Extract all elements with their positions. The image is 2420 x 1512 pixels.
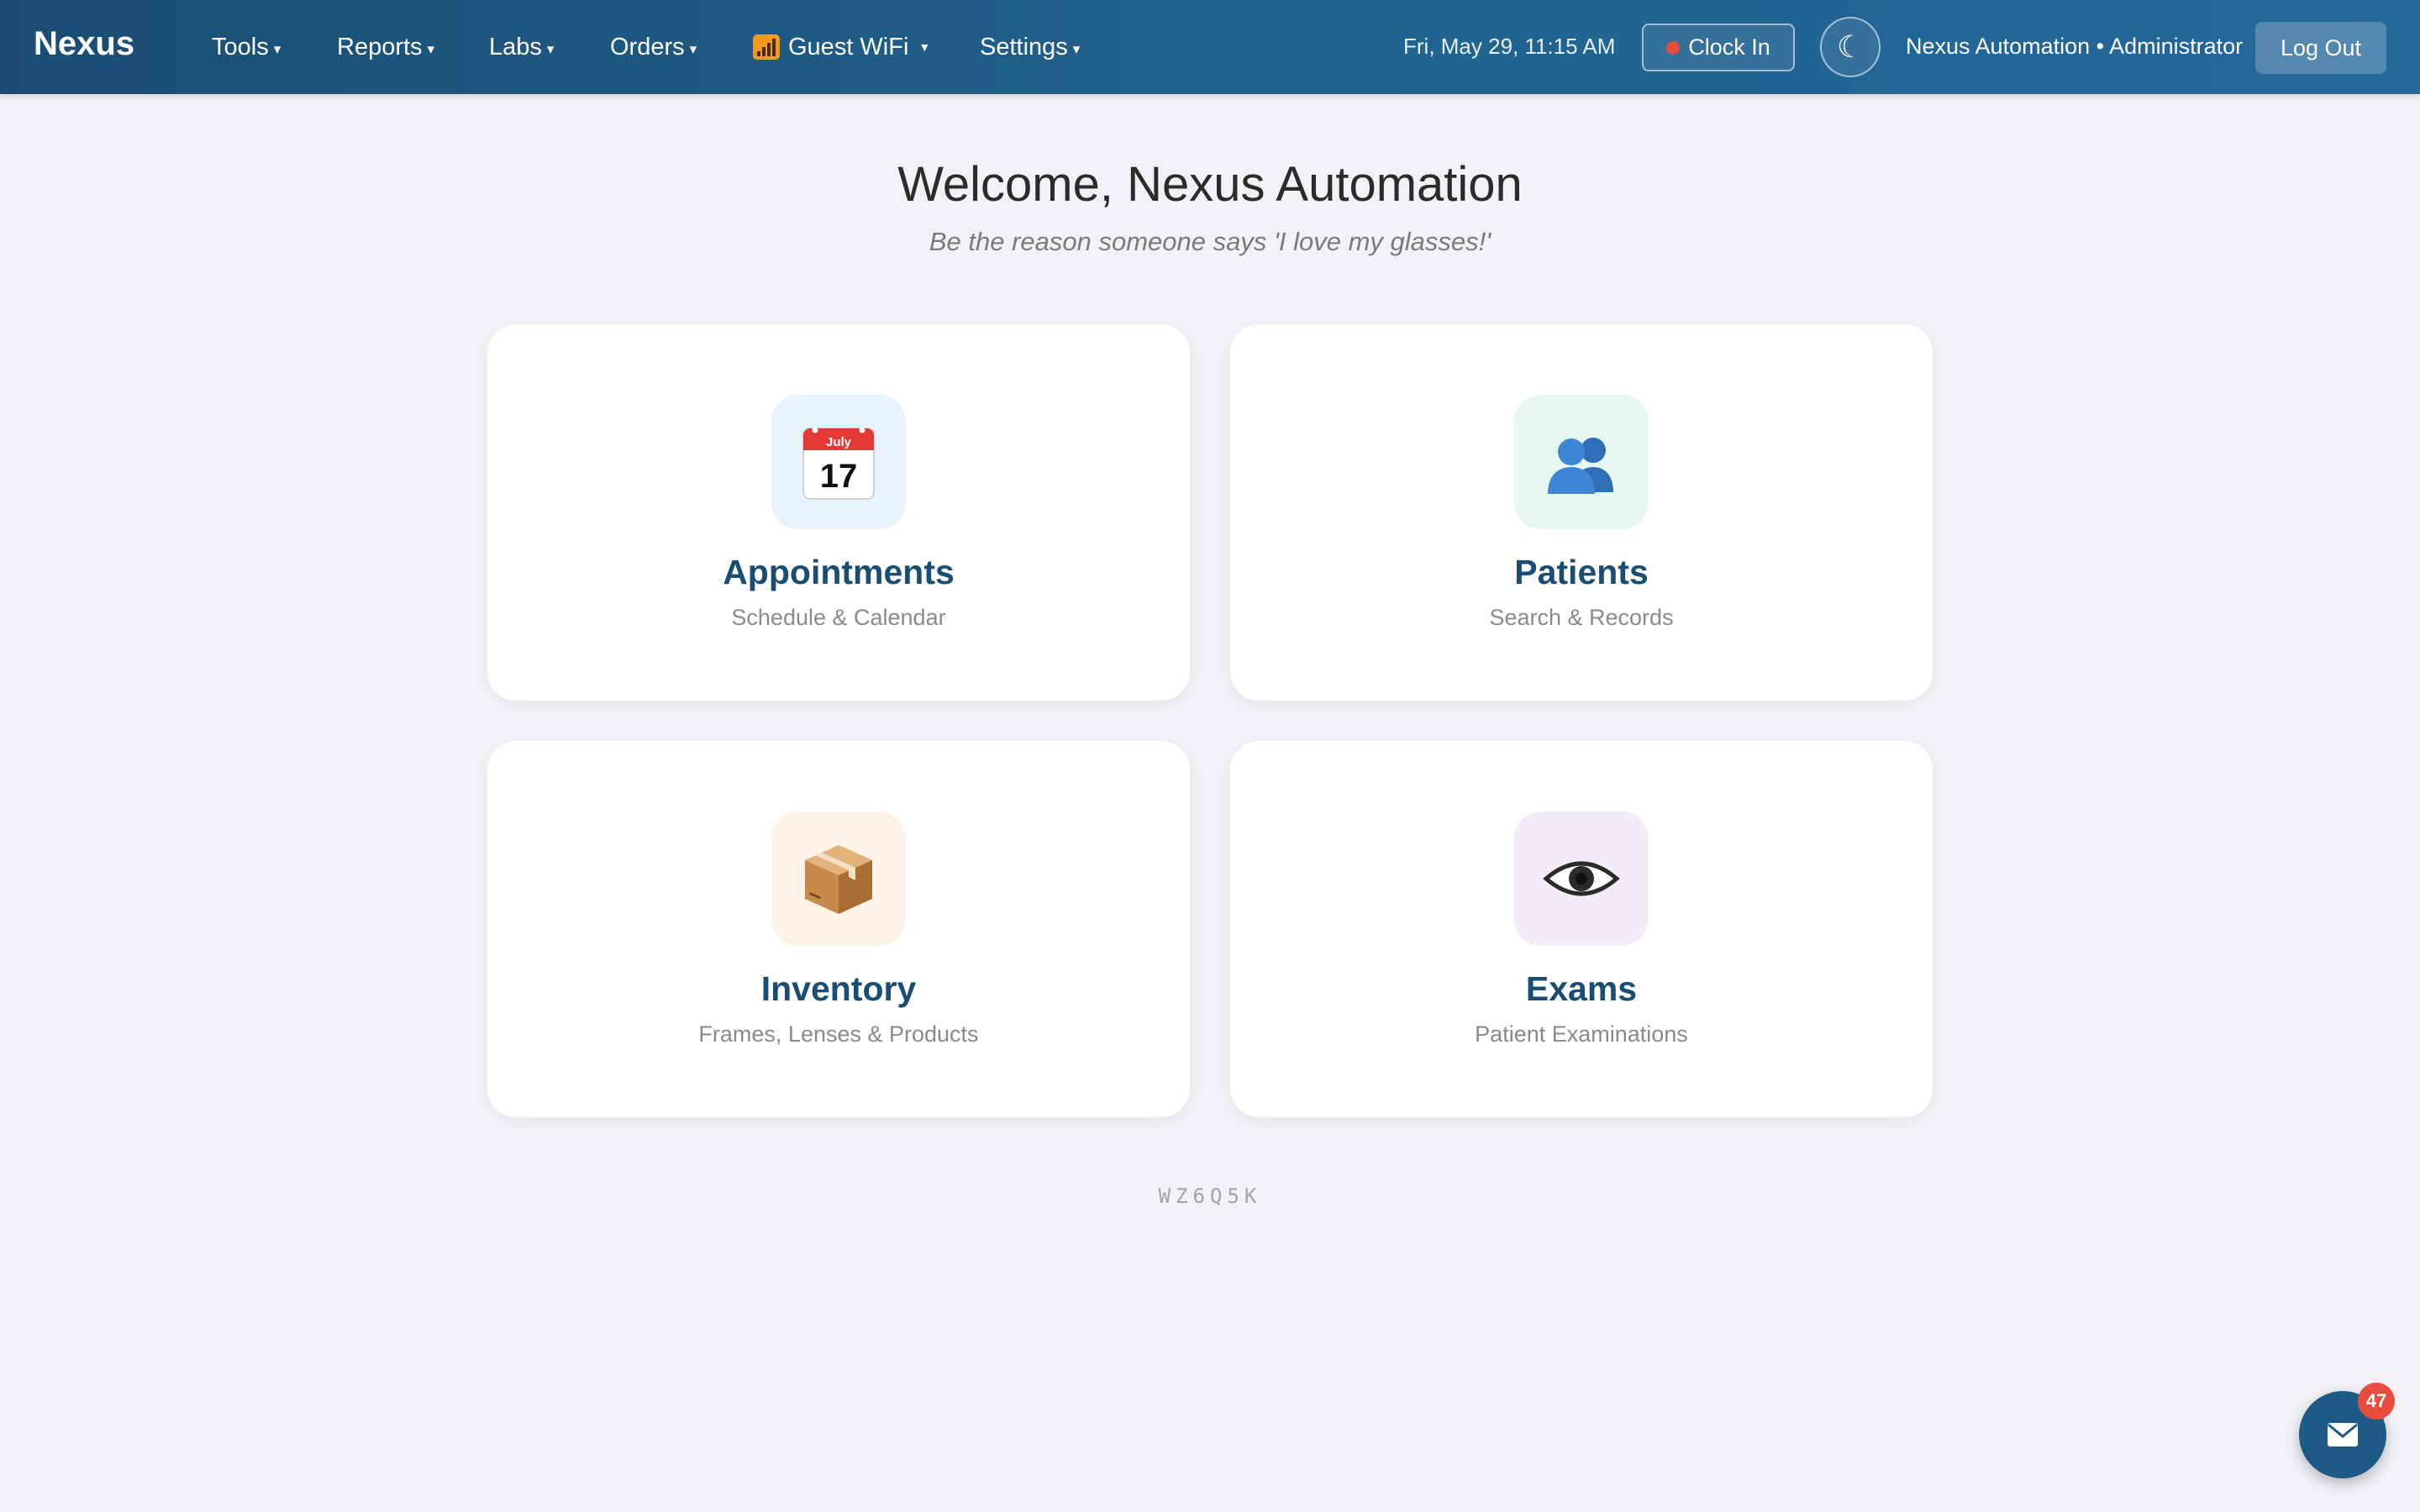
menu-labs-label: Labs [489,33,542,60]
page-tagline: Be the reason someone says 'I love my gl… [929,227,1491,256]
logout-button[interactable]: Log Out [2255,22,2386,74]
menu-orders-label: Orders [610,33,685,60]
card-title: Exams [1525,969,1638,1008]
chevron-down-icon: ▼ [918,40,931,54]
card-title: Patients [1514,553,1649,591]
brand-logo[interactable]: Nexus [34,25,134,63]
menu-reports-label: Reports [337,33,423,60]
menu-guest-wifi[interactable]: Guest WiFi ▼ [753,32,930,62]
card-title: Appointments [723,553,955,591]
eye-icon [1543,861,1620,896]
card-inventory[interactable]: Inventory Frames, Lenses & Products [487,741,1190,1117]
package-icon [805,845,872,914]
card-exams[interactable]: Exams Patient Examinations [1230,741,1933,1117]
card-subtitle: Schedule & Calendar [731,605,946,630]
card-title: Inventory [760,969,917,1008]
menu-settings[interactable]: Settings ▾ [980,32,1080,62]
card-subtitle: Patient Examinations [1475,1021,1688,1047]
page-title: Welcome, Nexus Automation [897,157,1523,212]
unread-count-badge: 47 [2358,1383,2395,1420]
card-appointments[interactable]: July 17 Appointments Schedule & Calendar [487,324,1190,701]
chevron-down-icon: ▾ [689,41,697,57]
status-dot-icon [1666,40,1681,55]
clock-in-label: Clock In [1688,34,1770,60]
card-patients[interactable]: Patients Search & Records [1230,324,1933,701]
envelope-icon [2328,1423,2358,1446]
card-subtitle: Frames, Lenses & Products [698,1021,979,1047]
card-icon-box [1514,395,1649,529]
menu-settings-label: Settings [980,33,1068,60]
calendar-icon: July 17 [802,427,875,500]
people-icon [1548,438,1613,494]
menu-reports[interactable]: Reports ▾ [337,32,434,62]
menu-labs[interactable]: Labs ▾ [489,32,554,62]
current-datetime: Fri, May 29, 11:15 AM [1403,34,1616,59]
menu-orders[interactable]: Orders ▾ [610,32,697,62]
menu-guest-wifi-label: Guest WiFi [788,33,909,60]
wifi-signal-icon [753,34,780,60]
user-role-label: Nexus Automation • Administrator [1906,34,2244,59]
menu-tools-label: Tools [212,33,269,60]
chevron-down-icon: ▾ [546,41,555,57]
calendar-month: July [826,435,852,449]
session-code: WZ6Q5K [1158,1184,1262,1208]
chevron-down-icon: ▾ [1072,41,1081,57]
theme-toggle-button[interactable]: ☾ [1820,17,1881,77]
clock-in-button[interactable]: Clock In [1642,24,1795,71]
top-navbar: Nexus Tools ▾ Reports ▾ Labs ▾ Orders ▾ [0,0,2420,94]
moon-icon: ☾ [1836,29,1865,64]
card-icon-box [1514,811,1649,946]
card-subtitle: Search & Records [1489,605,1674,630]
card-icon-box [771,811,906,946]
chevron-down-icon: ▾ [273,41,281,57]
card-icon-box: July 17 [771,395,906,529]
calendar-day: 17 [820,458,858,495]
menu-tools[interactable]: Tools ▾ [212,32,281,62]
chevron-down-icon: ▾ [427,41,435,57]
